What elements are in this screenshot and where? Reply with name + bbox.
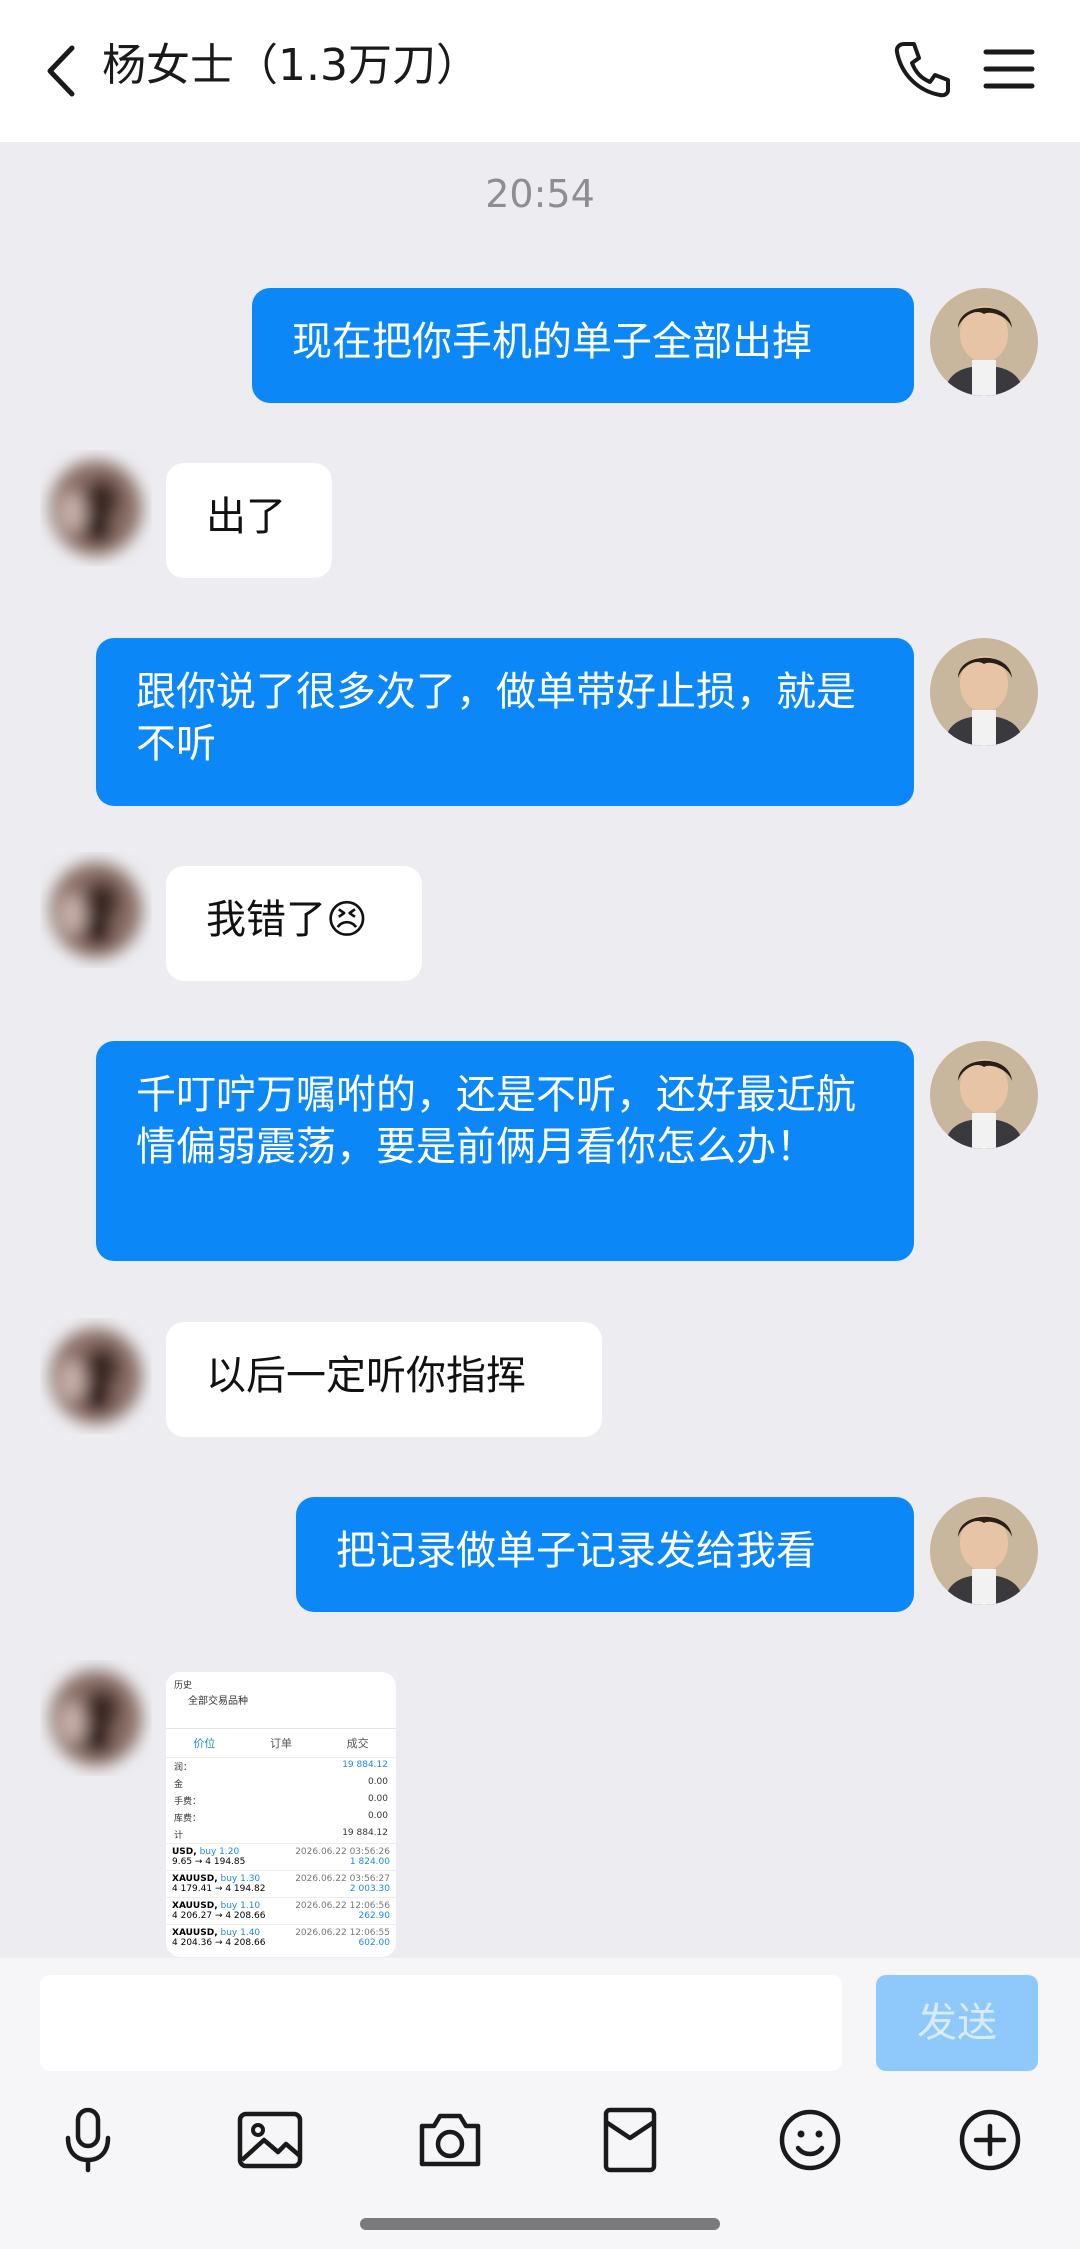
message-input[interactable] <box>40 1975 842 2071</box>
emoji-icon[interactable] <box>774 2104 846 2176</box>
blurred-avatar-icon <box>50 460 142 556</box>
person-avatar-icon <box>930 638 1038 746</box>
contact-message-bubble[interactable]: 以后一定听你指挥 <box>166 1322 602 1437</box>
image-trade-row: XAUUSD, buy 1.40 2026.06.22 12:06:55 4 20… <box>166 1924 396 1951</box>
my-avatar[interactable] <box>930 288 1038 396</box>
my-message-bubble[interactable]: 现在把你手机的单子全部出掉 <box>252 288 914 403</box>
blurred-avatar-icon <box>50 862 142 958</box>
image-doc-subtitle: 全部交易品种 <box>188 1696 248 1707</box>
contact-message-bubble[interactable]: 我错了😣 <box>166 866 422 981</box>
blurred-avatar-icon <box>50 1328 142 1424</box>
blurred-avatar-icon <box>50 1670 142 1766</box>
message-timestamp: 20:54 <box>485 172 595 216</box>
my-message-bubble[interactable]: 跟你说了很多次了，做单带好止损，就是不听 <box>96 638 914 806</box>
my-avatar[interactable] <box>930 638 1038 746</box>
image-doc-title: 历史 <box>174 1681 193 1691</box>
image-summary-row: 计 19 884.12 <box>174 1828 388 1841</box>
image-doc-header: 历史 全部交易品种 <box>166 1672 396 1729</box>
chat-title: 杨女士（1.3万刀） <box>102 40 480 91</box>
contact-avatar[interactable] <box>38 450 156 568</box>
contact-avatar[interactable] <box>38 852 156 970</box>
contact-avatar[interactable] <box>38 1318 156 1436</box>
send-button[interactable]: 发送 <box>876 1975 1038 2071</box>
camera-icon[interactable] <box>414 2104 486 2176</box>
chevron-left-icon[interactable] <box>30 36 100 106</box>
image-doc-tabs: 价位 订单 成交 <box>166 1729 396 1758</box>
image-summary-row: 金 0.00 <box>174 1777 388 1790</box>
image-icon[interactable] <box>234 2104 306 2176</box>
my-avatar[interactable] <box>930 1497 1038 1605</box>
image-trade-row: USD, buy 1.20 2026.06.22 03:56:26 9.65 → … <box>166 1843 396 1870</box>
person-avatar-icon <box>930 1041 1038 1149</box>
image-trade-row: XAUUSD, buy 1.30 2026.06.22 03:56:27 4 17… <box>166 1870 396 1897</box>
person-avatar-icon <box>930 288 1038 396</box>
image-summary-row: 库费： 0.00 <box>174 1811 388 1824</box>
red-packet-icon[interactable] <box>594 2104 666 2176</box>
contact-avatar[interactable] <box>38 1660 156 1778</box>
my-message-bubble[interactable]: 千叮咛万嘱咐的，还是不听，还好最近航情偏弱震荡，要是前俩月看你怎么办！ <box>96 1041 914 1261</box>
image-message[interactable]: 历史 全部交易品种 价位 订单 成交 润： 19 884.12 金 0.00 手费：… <box>166 1672 396 1957</box>
hamburger-menu-icon[interactable] <box>978 38 1040 100</box>
image-summary-row: 润： 19 884.12 <box>174 1760 388 1773</box>
plus-icon[interactable] <box>954 2104 1026 2176</box>
my-message-bubble[interactable]: 把记录做单子记录发给我看 <box>296 1497 914 1612</box>
person-avatar-icon <box>930 1497 1038 1605</box>
image-tab: 价位 <box>193 1737 216 1750</box>
chat-header: 杨女士（1.3万刀） <box>0 0 1080 142</box>
microphone-icon[interactable] <box>52 2104 124 2176</box>
phone-icon[interactable] <box>888 34 958 104</box>
contact-message-bubble[interactable]: 出了 <box>166 463 332 578</box>
image-tab: 成交 <box>346 1737 369 1750</box>
my-avatar[interactable] <box>930 1041 1038 1149</box>
home-indicator[interactable] <box>360 2218 720 2230</box>
image-tab: 订单 <box>269 1737 292 1750</box>
image-trade-row: XAUUSD, buy 1.10 2026.06.22 12:06:56 4 20… <box>166 1897 396 1924</box>
image-summary-row: 手费： 0.00 <box>174 1794 388 1807</box>
